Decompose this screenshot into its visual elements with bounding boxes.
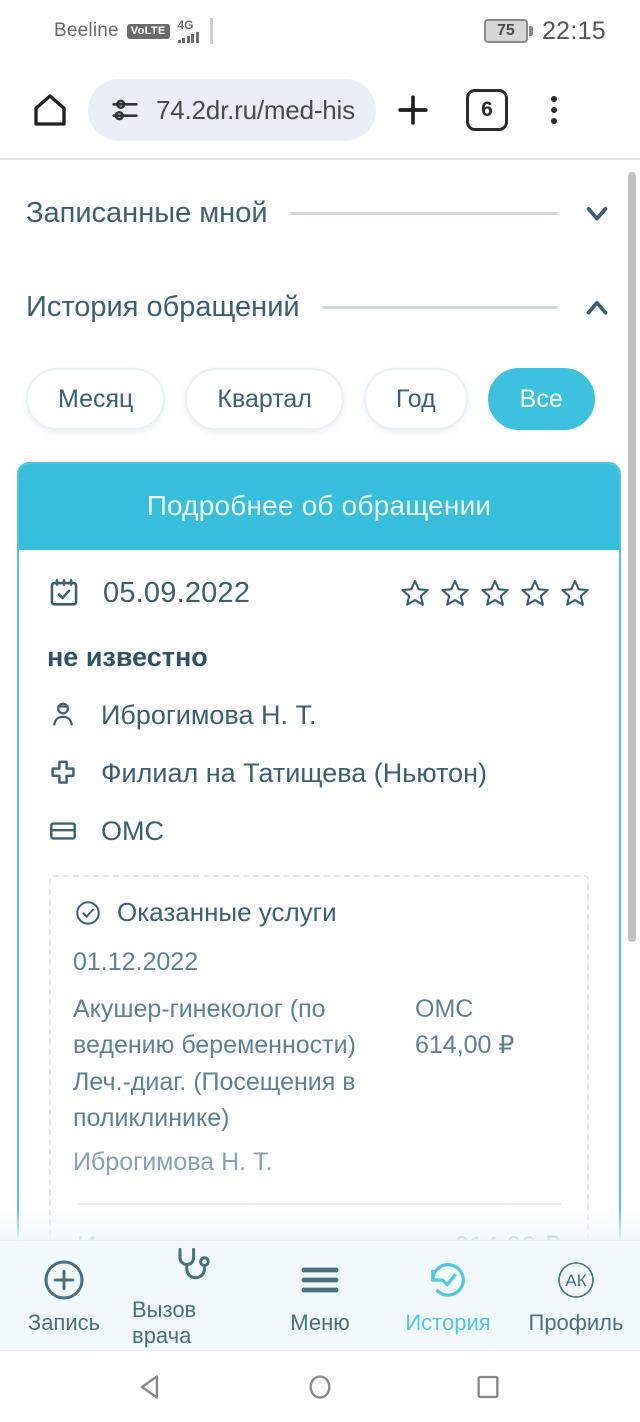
visit-date-label: 05.09.2022 [103,576,251,609]
star-outline-icon[interactable] [479,577,511,609]
android-navigation-bar [0,1350,640,1422]
nav-item-menu[interactable]: Меню [260,1256,380,1336]
avatar-icon: АК [558,1261,594,1298]
visit-date-group: 05.09.2022 [47,576,250,610]
period-filter-group: Месяц Квартал Год Все [0,324,640,430]
avatar-initials: АК [565,1271,586,1290]
nav-item-record[interactable]: Запись [4,1256,124,1336]
battery-level-label: 75 [497,22,515,39]
phone-screen: Beeline VoLTE 4G 75 22:15 74.2dr.ru/med-… [0,0,640,1422]
page-content: Записанные мной История обращений Месяц … [0,160,640,1242]
calendar-check-icon [50,578,78,606]
filter-chip-year[interactable]: Год [363,368,468,430]
person-icon [53,702,73,726]
nav-item-doctor-call[interactable]: Вызов врача [132,1243,252,1349]
plus-circle-icon [44,1260,84,1299]
service-payment-label: ОМС [415,995,474,1023]
nav-label: Вызов врача [132,1296,197,1348]
star-outline-icon[interactable] [559,577,591,609]
payment-type-label: ОМС [101,815,164,846]
services-header: Оказанные услуги [73,897,565,928]
second-sim-icon [209,18,213,44]
filter-chip-quarter[interactable]: Квартал [185,368,344,430]
status-bar-right: 75 22:15 [483,16,606,46]
page-scrollbar[interactable] [628,172,636,942]
clinic-row: Филиал на Татищева (Ньютон) [47,757,591,789]
star-outline-icon[interactable] [519,577,551,609]
visit-card: Подробнее об обращении 05.09.2022 не изв… [17,462,621,1242]
status-bar: Beeline VoLTE 4G 75 22:15 [0,0,640,62]
more-vertical-icon [551,96,557,102]
chevron-up-icon[interactable] [580,290,614,324]
status-bar-left: Beeline VoLTE 4G [54,18,213,44]
accordion-title: История обращений [26,290,300,323]
visit-date-row: 05.09.2022 [47,576,591,610]
nav-label: Запись [27,1309,101,1335]
service-doctor-label: Иброгимова Н. Т. [73,1148,273,1176]
clock-label: 22:15 [541,16,606,45]
url-text: 74.2dr.ru/med-his [156,94,355,125]
content-fade-overlay [0,1206,640,1242]
tab-count-label: 6 [466,89,508,131]
service-name-label: Акушер-гинеколог (по ведению беременност… [73,995,356,1132]
home-circle-icon[interactable] [303,1370,337,1404]
filter-chip-month[interactable]: Месяц [26,368,166,430]
browser-toolbar: 74.2dr.ru/med-his 6 [0,62,640,158]
accordion-list: Записанные мной История обращений [0,160,640,324]
network-indicator: 4G [177,18,199,43]
service-price-label: 614,00 ₽ [415,1031,515,1060]
carrier-label: Beeline [54,20,119,41]
filter-chip-all[interactable]: Все [487,368,595,430]
nav-item-profile[interactable]: АК Профиль [516,1256,636,1336]
service-item: Акушер-гинеколог (по ведению беременност… [73,991,565,1136]
nav-label: История [405,1309,491,1335]
nav-label: Меню [290,1309,350,1335]
visit-card-body: 05.09.2022 не известно Иброгимова Н. Т. … [19,550,619,1242]
hamburger-icon [301,1267,339,1292]
history-icon [431,1262,465,1297]
visit-status-label: не известно [47,642,208,672]
address-bar[interactable]: 74.2dr.ru/med-his [88,79,376,141]
back-triangle-icon[interactable] [135,1370,169,1404]
browser-menu-button[interactable] [524,96,584,124]
bottom-navigation: Запись Вызов врача Меню История АК Профи… [0,1240,640,1350]
new-tab-button[interactable] [376,88,450,132]
rating-stars[interactable] [399,577,591,609]
network-type-label: 4G [177,18,194,32]
accordion-divider [321,305,558,309]
medical-cross-icon [51,760,75,784]
doctor-name-label: Иброгимова Н. Т. [101,699,317,730]
chevron-down-icon[interactable] [580,196,614,230]
payment-row: ОМС [47,815,591,847]
recents-square-icon[interactable] [471,1370,505,1404]
accordion-divider [289,211,558,215]
battery-icon: 75 [483,19,533,43]
service-meta: ОМС 614,00 ₽ [415,991,565,1136]
volte-badge: VoLTE [126,23,170,39]
nav-label: Профиль [528,1309,624,1335]
tab-switcher-button[interactable]: 6 [450,89,524,131]
home-icon [34,94,66,126]
accordion-visit-history[interactable]: История обращений [26,230,614,324]
accordion-my-appointments[interactable]: Записанные мной [26,160,614,230]
check-circle-icon [76,900,100,925]
services-divider [77,1203,561,1205]
accordion-title: Записанные мной [26,196,268,229]
star-outline-icon[interactable] [399,577,431,609]
nav-item-history[interactable]: История [388,1256,508,1336]
card-icon [50,822,76,840]
stethoscope-icon [178,1247,210,1279]
clinic-name-label: Филиал на Татищева (Ньютон) [101,757,487,788]
signal-bars-icon [177,32,199,43]
services-title-label: Оказанные услуги [117,897,337,927]
services-block: Оказанные услуги 01.12.2022 Акушер-гинек… [49,875,589,1242]
star-outline-icon[interactable] [439,577,471,609]
visit-card-header[interactable]: Подробнее об обращении [19,464,619,550]
tune-icon [112,99,138,121]
home-button[interactable] [22,89,78,131]
doctor-row: Иброгимова Н. Т. [47,699,591,731]
plus-icon [398,95,428,125]
service-date-label: 01.12.2022 [73,948,199,976]
